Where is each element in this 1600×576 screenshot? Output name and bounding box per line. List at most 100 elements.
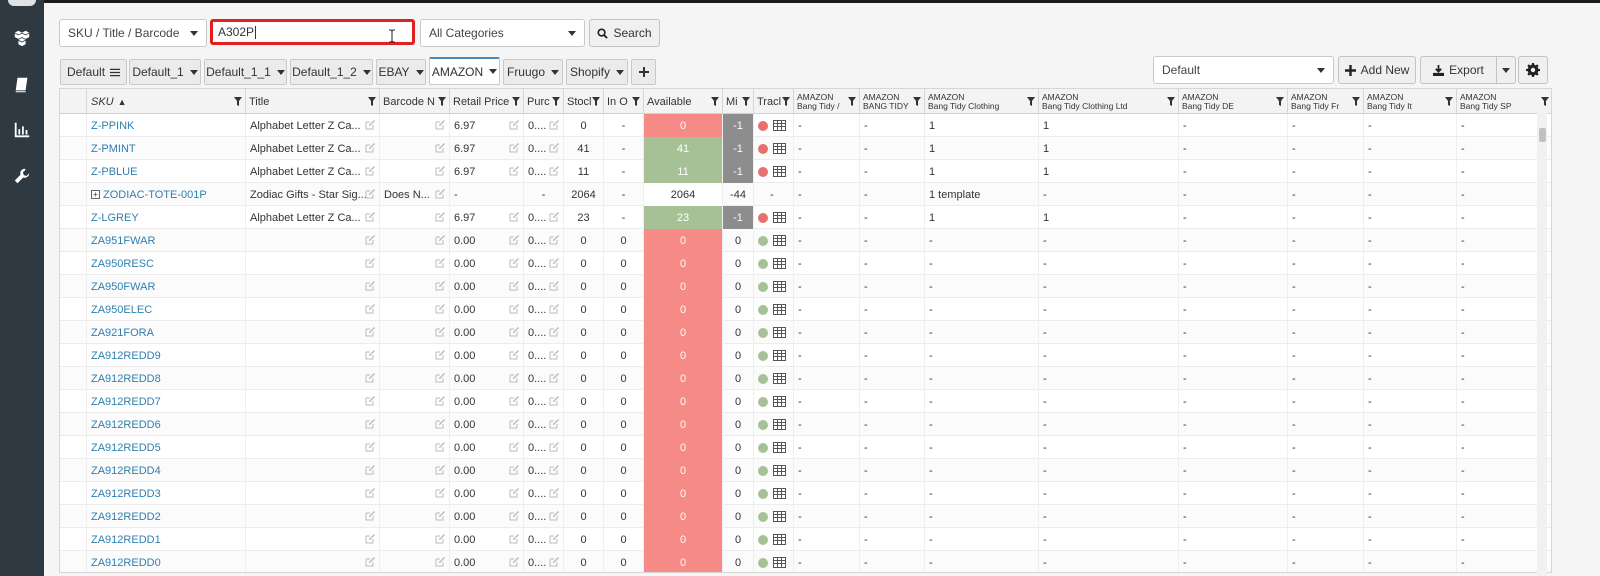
- edit-icon[interactable]: [435, 488, 445, 498]
- amazon-account-cell[interactable]: -: [1364, 528, 1457, 551]
- table-row[interactable]: ZA912REDD6 0.00 0.... 0 0 0 0 - - - - - - - -: [60, 413, 1551, 436]
- retail-price-cell[interactable]: 0.00: [450, 436, 524, 459]
- table-row[interactable]: + ZODIAC-TOTE-001P Zodiac Gifts - Star Sig…: [60, 183, 1551, 206]
- grid-scrollbar-thumb[interactable]: [1539, 128, 1546, 142]
- barcode-cell[interactable]: [380, 528, 450, 551]
- track-cell[interactable]: [754, 160, 794, 183]
- column-header[interactable]: Mi: [723, 89, 754, 114]
- retail-price-cell[interactable]: 0.00: [450, 390, 524, 413]
- edit-icon[interactable]: [509, 442, 519, 452]
- column-header[interactable]: In O: [604, 89, 644, 114]
- amazon-account-cell[interactable]: -: [1179, 229, 1288, 252]
- retail-price-cell[interactable]: 0.00: [450, 459, 524, 482]
- sidebar-item-settings[interactable]: [0, 158, 44, 194]
- edit-icon[interactable]: [509, 258, 519, 268]
- edit-icon[interactable]: [509, 350, 519, 360]
- title-cell[interactable]: [246, 321, 380, 344]
- amazon-account-cell[interactable]: -: [925, 252, 1039, 275]
- amazon-account-cell[interactable]: -: [860, 367, 925, 390]
- column-header[interactable]: Available: [644, 89, 723, 114]
- amazon-account-cell[interactable]: -: [1039, 482, 1179, 505]
- edit-icon[interactable]: [435, 396, 445, 406]
- table-icon[interactable]: [773, 534, 786, 545]
- retail-price-cell[interactable]: 0.00: [450, 367, 524, 390]
- column-header[interactable]: AMAZON Bang Tidy DE: [1179, 89, 1288, 114]
- add-tab-button[interactable]: [631, 59, 656, 85]
- row-select-cell[interactable]: [60, 321, 87, 344]
- amazon-account-cell[interactable]: -: [925, 528, 1039, 551]
- sku-cell[interactable]: ZA912REDD3: [87, 482, 246, 505]
- tab-default-1[interactable]: Default_1: [129, 59, 201, 85]
- amazon-account-cell[interactable]: -: [1364, 390, 1457, 413]
- column-header[interactable]: AMAZON Bang Tidy /: [794, 89, 860, 114]
- amazon-account-cell[interactable]: -: [794, 298, 860, 321]
- amazon-account-cell[interactable]: -: [1288, 459, 1364, 482]
- retail-price-cell[interactable]: 6.97: [450, 114, 524, 137]
- track-cell[interactable]: [754, 344, 794, 367]
- amazon-account-cell[interactable]: -: [1179, 390, 1288, 413]
- sku-link[interactable]: ZA912REDD1: [91, 534, 161, 546]
- amazon-account-cell[interactable]: -: [1364, 413, 1457, 436]
- table-icon[interactable]: [773, 488, 786, 499]
- table-icon[interactable]: [773, 511, 786, 522]
- amazon-account-cell[interactable]: -: [860, 275, 925, 298]
- amazon-account-cell[interactable]: -: [860, 321, 925, 344]
- amazon-account-cell[interactable]: -: [1179, 413, 1288, 436]
- barcode-cell[interactable]: [380, 206, 450, 229]
- amazon-account-cell[interactable]: -: [1039, 528, 1179, 551]
- table-row[interactable]: Z-PMINT Alphabet Letter Z Ca... 6.97 0.... 4…: [60, 137, 1551, 160]
- filter-icon[interactable]: [1352, 97, 1360, 106]
- edit-icon[interactable]: [509, 166, 519, 176]
- purchase-cell[interactable]: 0....: [524, 390, 564, 413]
- column-header[interactable]: AMAZON Bang Tidy Fr: [1288, 89, 1364, 114]
- edit-icon[interactable]: [549, 120, 559, 130]
- sku-cell[interactable]: + ZODIAC-TOTE-001P: [87, 183, 246, 206]
- edit-icon[interactable]: [549, 212, 559, 222]
- amazon-account-cell[interactable]: -: [1179, 137, 1288, 160]
- sku-link[interactable]: ZA912REDD3: [91, 488, 161, 500]
- amazon-account-cell[interactable]: -: [925, 482, 1039, 505]
- edit-icon[interactable]: [509, 281, 519, 291]
- amazon-account-cell[interactable]: -: [925, 551, 1039, 572]
- sku-cell[interactable]: ZA921FORA: [87, 321, 246, 344]
- edit-icon[interactable]: [509, 511, 519, 521]
- column-header[interactable]: Tracl: [754, 89, 794, 114]
- grid-scrollbar[interactable]: [1537, 113, 1547, 576]
- row-select-cell[interactable]: [60, 505, 87, 528]
- edit-icon[interactable]: [435, 419, 445, 429]
- table-row[interactable]: Z-LGREY Alphabet Letter Z Ca... 6.97 0.... 2…: [60, 206, 1551, 229]
- sku-cell[interactable]: ZA951FWAR: [87, 229, 246, 252]
- title-cell[interactable]: [246, 344, 380, 367]
- table-row[interactable]: ZA950FWAR 0.00 0.... 0 0 0 0 - - - - - - - -: [60, 275, 1551, 298]
- row-select-cell[interactable]: [60, 114, 87, 137]
- filter-icon[interactable]: [1167, 97, 1175, 106]
- barcode-cell[interactable]: [380, 482, 450, 505]
- row-select-cell[interactable]: [60, 344, 87, 367]
- amazon-account-cell[interactable]: 1: [1039, 137, 1179, 160]
- barcode-cell[interactable]: [380, 413, 450, 436]
- amazon-account-cell[interactable]: -: [1364, 206, 1457, 229]
- table-icon[interactable]: [773, 419, 786, 430]
- table-icon[interactable]: [773, 281, 786, 292]
- amazon-account-cell[interactable]: -: [925, 459, 1039, 482]
- amazon-account-cell[interactable]: -: [860, 160, 925, 183]
- barcode-cell[interactable]: [380, 275, 450, 298]
- barcode-cell[interactable]: [380, 160, 450, 183]
- track-cell[interactable]: [754, 482, 794, 505]
- amazon-account-cell[interactable]: -: [925, 367, 1039, 390]
- track-cell[interactable]: [754, 298, 794, 321]
- edit-icon[interactable]: [549, 465, 559, 475]
- amazon-account-cell[interactable]: -: [794, 160, 860, 183]
- export-dropdown-button[interactable]: [1496, 56, 1516, 84]
- edit-icon[interactable]: [435, 373, 445, 383]
- barcode-cell[interactable]: [380, 551, 450, 572]
- edit-icon[interactable]: [435, 511, 445, 521]
- amazon-account-cell[interactable]: -: [1179, 367, 1288, 390]
- edit-icon[interactable]: [365, 143, 375, 153]
- retail-price-cell[interactable]: 6.97: [450, 160, 524, 183]
- retail-price-cell[interactable]: 0.00: [450, 413, 524, 436]
- table-row[interactable]: ZA912REDD7 0.00 0.... 0 0 0 0 - - - - - - - -: [60, 390, 1551, 413]
- amazon-account-cell[interactable]: -: [860, 183, 925, 206]
- amazon-account-cell[interactable]: -: [1039, 229, 1179, 252]
- amazon-account-cell[interactable]: -: [794, 413, 860, 436]
